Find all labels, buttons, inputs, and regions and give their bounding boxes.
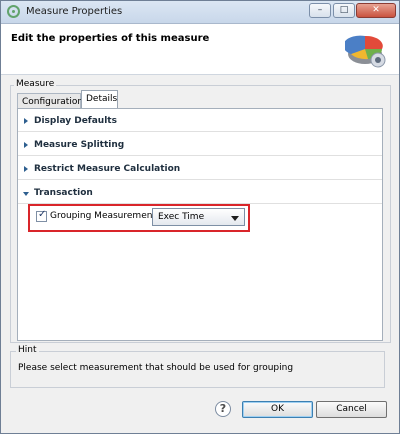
maximize-button[interactable]: □ <box>333 3 355 18</box>
grouping-measurement-label: Grouping Measurement: <box>50 211 159 221</box>
section-label: Transaction <box>34 188 93 198</box>
section-restrict-measure-calculation[interactable]: Restrict Measure Calculation <box>18 161 382 180</box>
pie-chart-icon <box>345 35 386 68</box>
section-transaction[interactable]: Transaction <box>18 185 382 204</box>
grouping-measurement-checkbox[interactable] <box>36 209 47 222</box>
tab-configuration[interactable]: Configuration <box>17 93 83 108</box>
app-icon <box>7 5 20 18</box>
chevron-down-icon <box>231 216 239 221</box>
expand-arrow-icon <box>24 142 28 148</box>
section-label: Display Defaults <box>34 116 117 126</box>
hint-title: Hint <box>16 345 39 355</box>
help-icon[interactable]: ? <box>215 401 231 417</box>
page-title: Edit the properties of this measure <box>11 33 210 44</box>
measure-legend: Measure <box>14 79 57 89</box>
expand-arrow-icon <box>24 166 28 172</box>
section-label: Restrict Measure Calculation <box>34 164 181 174</box>
expand-arrow-icon <box>24 118 28 124</box>
minimize-button[interactable]: – <box>309 3 331 18</box>
grouping-measurement-select[interactable]: Exec Time <box>152 208 245 226</box>
tab-details[interactable]: Details <box>81 90 118 108</box>
measure-properties-dialog: Measure Properties – □ ✕ Edit the proper… <box>0 0 400 434</box>
dialog-header: Edit the properties of this measure <box>1 24 399 75</box>
close-button[interactable]: ✕ <box>356 3 396 18</box>
section-display-defaults[interactable]: Display Defaults <box>18 113 382 132</box>
section-label: Measure Splitting <box>34 140 125 150</box>
cancel-button[interactable]: Cancel <box>316 401 387 418</box>
section-measure-splitting[interactable]: Measure Splitting <box>18 137 382 156</box>
window-title: Measure Properties <box>26 6 123 17</box>
title-bar[interactable]: Measure Properties – □ ✕ <box>1 1 399 24</box>
ok-button[interactable]: OK <box>242 401 313 418</box>
hint-text: Please select measurement that should be… <box>18 363 294 373</box>
collapse-arrow-icon <box>23 192 29 196</box>
grouping-select-value: Exec Time <box>158 212 205 222</box>
